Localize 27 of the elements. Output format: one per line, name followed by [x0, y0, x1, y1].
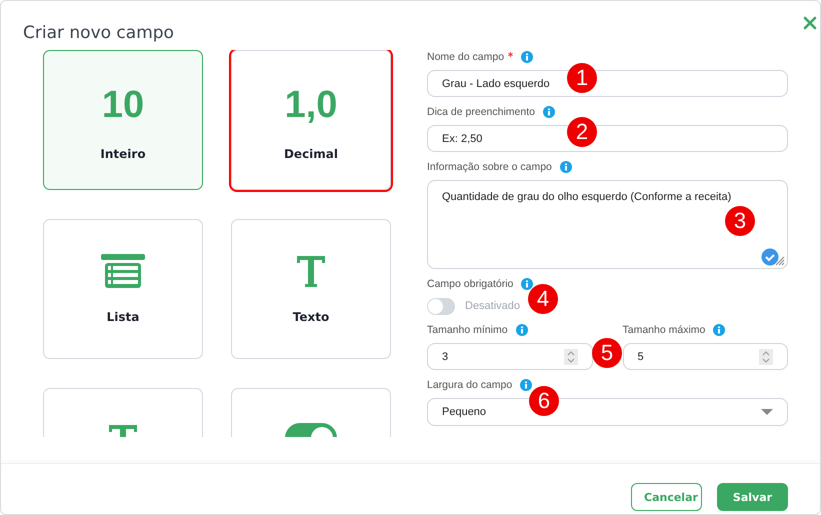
step-number: 3	[725, 206, 755, 236]
field-type-card[interactable]: Lista	[43, 219, 203, 359]
number-symbol: 10	[102, 85, 144, 125]
field-label: Tamanho máximo	[622, 324, 706, 336]
card-label: Decimal	[284, 147, 338, 161]
number-input[interactable]: 5	[622, 343, 788, 370]
step-number: 6	[529, 386, 559, 416]
field-label: Dica de preenchimento	[427, 106, 535, 118]
step-number: 1	[567, 63, 597, 93]
field-type-card[interactable]: Texto	[231, 219, 391, 359]
card-label: Lista	[106, 310, 140, 324]
field-label: Campo obrigatório	[427, 278, 514, 290]
step-number: 5	[592, 338, 622, 368]
field-label: Informação sobre o campo	[427, 161, 552, 173]
number-symbol: 1,0	[284, 85, 338, 125]
step-number: 2	[567, 117, 597, 147]
field-label: Largura do campo	[427, 379, 512, 391]
field-type-card[interactable]: 1,0 Decimal	[231, 50, 391, 190]
field-label: Tamanho mínimo	[427, 324, 508, 336]
field-label: Nome do campo	[427, 51, 504, 63]
card-label: Texto	[292, 310, 330, 324]
dialog-title: Criar novo campo	[23, 22, 174, 42]
step-number: 4	[528, 284, 558, 314]
toggle-state: Desativado	[465, 300, 520, 312]
field-type-card[interactable]: 10 Inteiro	[43, 50, 203, 190]
card-label: Inteiro	[100, 147, 146, 161]
number-input[interactable]: 3	[427, 343, 592, 370]
